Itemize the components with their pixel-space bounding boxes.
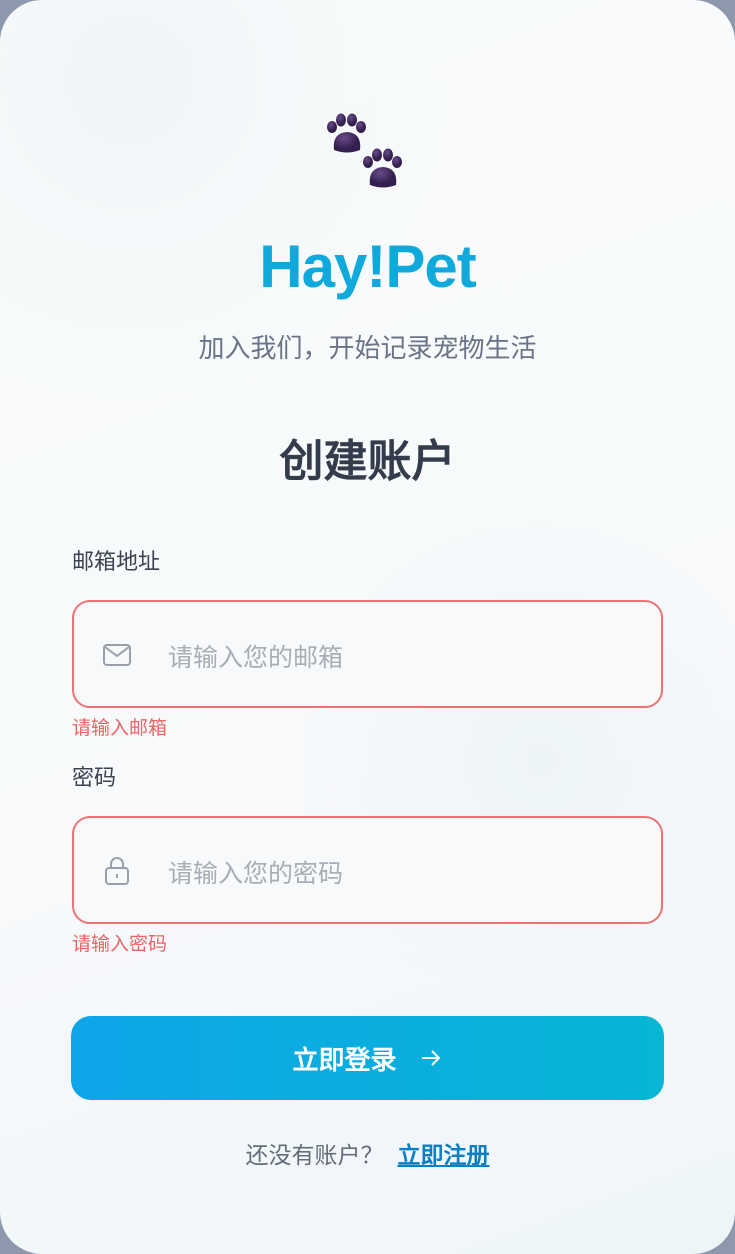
app-tagline: 加入我们，开始记录宠物生活 [198,334,537,364]
register-prompt-text: 还没有账户？ [245,1143,384,1169]
password-label: 密码 [72,766,117,791]
lock-icon [105,857,129,885]
mail-icon [103,644,131,666]
login-button[interactable]: 立即登录 [71,1016,664,1100]
login-button-label: 立即登录 [292,1045,397,1076]
password-field[interactable]: 请输入您的密码 [72,816,663,924]
paw-prints-icon [327,113,402,188]
register-link[interactable]: 立即注册 [398,1143,490,1169]
password-error: 请输入密码 [72,933,168,955]
email-placeholder: 请输入您的邮箱 [168,643,344,672]
register-card: Hay!Pet 加入我们，开始记录宠物生活 创建账户 邮箱地址 请输入您的邮箱 … [0,0,735,1254]
page-title: 创建账户 [279,436,456,487]
arrow-right-icon [421,1050,440,1066]
password-placeholder: 请输入您的密码 [168,859,344,888]
email-label: 邮箱地址 [72,550,161,575]
app-title: Hay!Pet [259,233,476,300]
email-error: 请输入邮箱 [72,717,168,739]
register-prompt: 还没有账户？ 立即注册 [0,1136,735,1170]
email-field[interactable]: 请输入您的邮箱 [72,600,663,708]
